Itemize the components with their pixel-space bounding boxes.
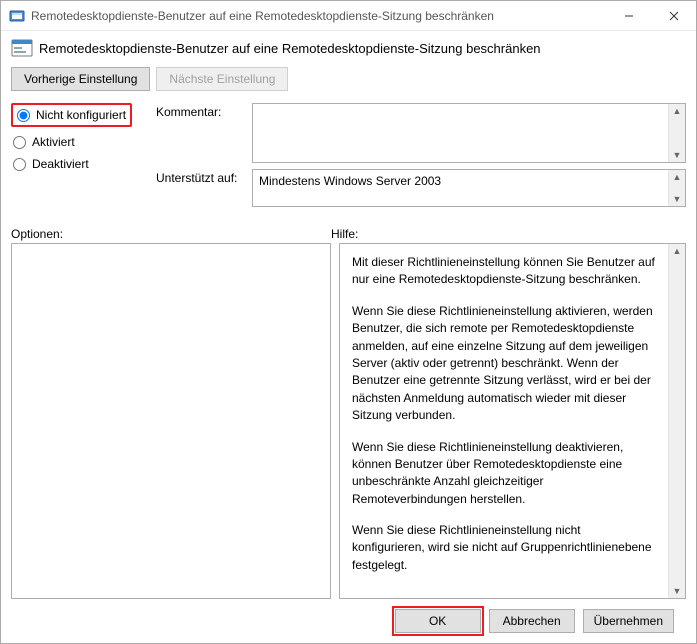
window-title: Remotedesktopdienste-Benutzer auf eine R…: [31, 9, 606, 23]
page-title: Remotedesktopdienste-Benutzer auf eine R…: [39, 41, 541, 56]
close-button[interactable]: [651, 1, 696, 30]
scroll-up-icon: ▲: [673, 170, 682, 184]
radio-not-configured-label: Nicht konfiguriert: [36, 108, 126, 122]
titlebar: Remotedesktopdienste-Benutzer auf eine R…: [1, 1, 696, 31]
scroll-up-icon: ▲: [673, 244, 682, 258]
help-pane: Mit dieser Richtlinieneinstellung können…: [339, 243, 686, 599]
radio-enabled-label: Aktiviert: [32, 135, 75, 149]
prev-setting-button[interactable]: Vorherige Einstellung: [11, 67, 150, 91]
next-setting-button: Nächste Einstellung: [156, 67, 288, 91]
help-p1: Mit dieser Richtlinieneinstellung können…: [352, 254, 656, 289]
comment-row: Kommentar: ▲ ▼: [156, 103, 686, 163]
ok-button[interactable]: OK: [395, 609, 481, 633]
scroll-down-icon: ▼: [673, 584, 682, 598]
options-pane: [11, 243, 331, 599]
nav-buttons: Vorherige Einstellung Nächste Einstellun…: [11, 67, 686, 91]
radio-disabled-input[interactable]: [13, 158, 26, 171]
comment-value: [253, 104, 668, 162]
supported-value: Mindestens Windows Server 2003: [253, 170, 668, 206]
panes-row: Mit dieser Richtlinieneinstellung können…: [11, 243, 686, 599]
dialog-window: Remotedesktopdienste-Benutzer auf eine R…: [0, 0, 697, 644]
radio-enabled-input[interactable]: [13, 136, 26, 149]
config-row: Nicht konfiguriert Aktiviert Deaktiviert…: [11, 103, 686, 213]
radio-disabled-label: Deaktiviert: [32, 157, 89, 171]
apply-button[interactable]: Übernehmen: [583, 609, 674, 633]
comment-textarea[interactable]: ▲ ▼: [252, 103, 686, 163]
help-p2: Wenn Sie diese Richtlinieneinstellung ak…: [352, 303, 656, 425]
options-content: [12, 244, 330, 598]
fields-column: Kommentar: ▲ ▼ Unterstützt auf: Mindeste…: [156, 103, 686, 213]
supported-scrollbar[interactable]: ▲ ▼: [668, 170, 685, 206]
radio-not-configured-input[interactable]: [17, 109, 30, 122]
content-area: Remotedesktopdienste-Benutzer auf eine R…: [1, 31, 696, 643]
minimize-button[interactable]: [606, 1, 651, 30]
supported-row: Unterstützt auf: Mindestens Windows Serv…: [156, 169, 686, 207]
comment-scrollbar[interactable]: ▲ ▼: [668, 104, 685, 162]
help-p3: Wenn Sie diese Richtlinieneinstellung de…: [352, 439, 656, 509]
help-label: Hilfe:: [331, 227, 686, 241]
radio-not-configured[interactable]: Nicht konfiguriert: [17, 108, 126, 122]
cancel-button[interactable]: Abbrechen: [489, 609, 575, 633]
radio-disabled[interactable]: Deaktiviert: [11, 153, 146, 175]
options-label: Optionen:: [11, 227, 331, 241]
help-scrollbar[interactable]: ▲ ▼: [668, 244, 685, 598]
help-p4: Wenn Sie diese Richtlinieneinstellung ni…: [352, 522, 656, 574]
radio-enabled[interactable]: Aktiviert: [11, 131, 146, 153]
state-radio-group: Nicht konfiguriert Aktiviert Deaktiviert: [11, 103, 146, 175]
help-content: Mit dieser Richtlinieneinstellung können…: [340, 244, 668, 598]
scroll-down-icon: ▼: [673, 148, 682, 162]
scroll-up-icon: ▲: [673, 104, 682, 118]
supported-label: Unterstützt auf:: [156, 169, 252, 185]
policy-icon: [9, 8, 25, 24]
policy-large-icon: [11, 37, 33, 59]
pane-labels: Optionen: Hilfe:: [11, 227, 686, 241]
highlight-not-configured: Nicht konfiguriert: [11, 103, 132, 127]
supported-box: Mindestens Windows Server 2003 ▲ ▼: [252, 169, 686, 207]
dialog-footer: OK Abbrechen Übernehmen: [11, 599, 686, 643]
scroll-down-icon: ▼: [673, 192, 682, 206]
heading-row: Remotedesktopdienste-Benutzer auf eine R…: [11, 37, 686, 59]
comment-label: Kommentar:: [156, 103, 252, 119]
